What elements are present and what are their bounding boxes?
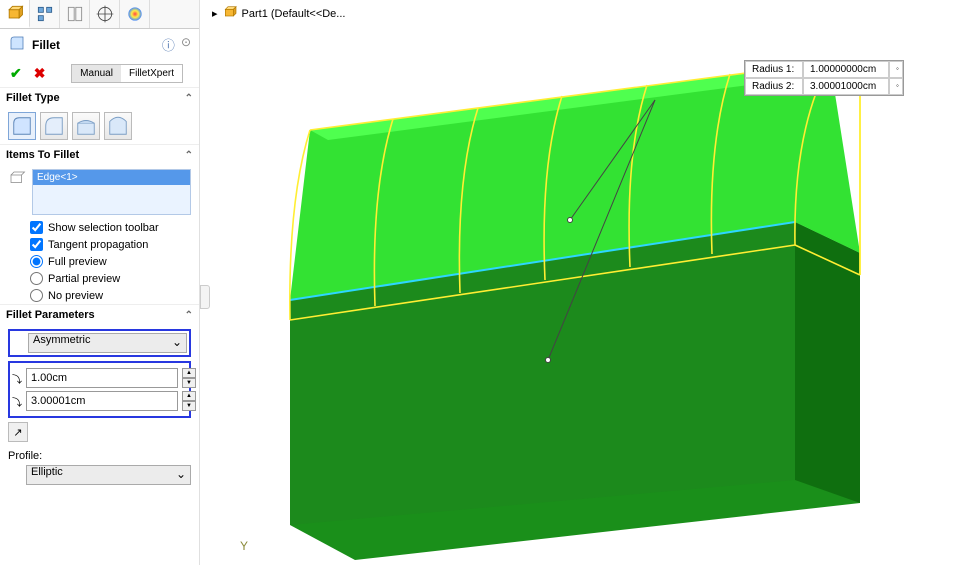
radius1-icon: ⤵ [12, 369, 22, 387]
pin-icon[interactable]: ⊙ [181, 35, 191, 54]
profile-label: Profile: [8, 450, 191, 462]
rb-no-preview[interactable] [30, 289, 43, 302]
type-variable-size[interactable] [40, 112, 68, 140]
type-full-round[interactable] [104, 112, 132, 140]
feature-title: Fillet [32, 38, 60, 52]
lbl-partial-preview: Partial preview [48, 273, 120, 285]
callout-r1-label: Radius 1: [745, 61, 803, 78]
profile-select[interactable]: Elliptic [26, 465, 191, 485]
section-params[interactable]: Fillet Parameters ⌃ [0, 304, 199, 325]
tab-config-icon[interactable] [30, 0, 60, 28]
lbl-full-preview: Full preview [48, 256, 107, 268]
cancel-button[interactable]: ✖ [34, 65, 46, 82]
lbl-show-toolbar: Show selection toolbar [48, 222, 159, 234]
mode-tabs: Manual FilletXpert [71, 64, 183, 83]
chevron-up-icon: ⌃ [185, 310, 193, 321]
radius1-down[interactable]: ▼ [182, 378, 196, 388]
chevron-up-icon: ⌃ [185, 150, 193, 161]
tab-target-icon[interactable] [90, 0, 120, 28]
type-constant-size[interactable] [8, 112, 36, 140]
rb-full-preview[interactable] [30, 255, 43, 268]
fillet-icon [8, 34, 26, 55]
radius2-up[interactable]: ▲ [182, 391, 196, 401]
tab-appearance-icon[interactable] [120, 0, 150, 28]
callout-r2-value[interactable]: 3.00001000cm [803, 78, 889, 95]
chevron-up-icon: ⌃ [185, 93, 193, 104]
reverse-button[interactable]: ↗ [8, 422, 28, 442]
cb-tangent[interactable] [30, 238, 43, 251]
edge-select-icon [8, 169, 26, 190]
radius1-input[interactable] [26, 368, 178, 388]
callout-r2-label: Radius 2: [745, 78, 803, 95]
panel-resize-handle[interactable] [200, 285, 210, 309]
radius2-down[interactable]: ▼ [182, 401, 196, 411]
section-items[interactable]: Items To Fillet ⌃ [0, 144, 199, 165]
panel-tabstrip [0, 0, 199, 29]
graphics-viewport[interactable]: ▸ Part1 (Default<<De... [200, 0, 953, 565]
callout-r1-value[interactable]: 1.00000000cm [803, 61, 889, 78]
tab-filletxpert[interactable]: FilletXpert [121, 65, 182, 82]
radius-callout[interactable]: Radius 1: 1.00000000cm ◦ Radius 2: 3.000… [744, 60, 904, 96]
tab-manual[interactable]: Manual [72, 65, 121, 82]
radius2-icon: ⤵ [12, 392, 22, 410]
help-icon[interactable]: ⓘ [162, 35, 175, 54]
type-face-fillet[interactable] [72, 112, 100, 140]
tab-display-icon[interactable] [60, 0, 90, 28]
tab-features-icon[interactable] [0, 0, 30, 28]
lbl-no-preview: No preview [48, 290, 103, 302]
lbl-tangent: Tangent propagation [48, 239, 148, 251]
feature-header: Fillet ⓘ ⊙ [0, 29, 199, 60]
cb-show-toolbar[interactable] [30, 221, 43, 234]
callout-handle-icon[interactable]: ◦ [889, 78, 903, 95]
feature-panel: Fillet ⓘ ⊙ ✔ ✖ Manual FilletXpert Fillet… [0, 0, 200, 565]
ok-button[interactable]: ✔ [10, 65, 22, 82]
selection-item[interactable]: Edge<1> [33, 170, 190, 185]
selection-list[interactable]: Edge<1> [32, 169, 191, 215]
section-fillet-type[interactable]: Fillet Type ⌃ [0, 87, 199, 108]
rb-partial-preview[interactable] [30, 272, 43, 285]
fillet-type-row [0, 108, 199, 144]
radius1-up[interactable]: ▲ [182, 368, 196, 378]
axis-y-label: Y [240, 539, 248, 553]
callout-handle-icon[interactable]: ◦ [889, 61, 903, 78]
confirm-row: ✔ ✖ Manual FilletXpert [0, 60, 199, 87]
symmetry-select[interactable]: Asymmetric [28, 333, 187, 353]
radius2-input[interactable] [26, 391, 178, 411]
